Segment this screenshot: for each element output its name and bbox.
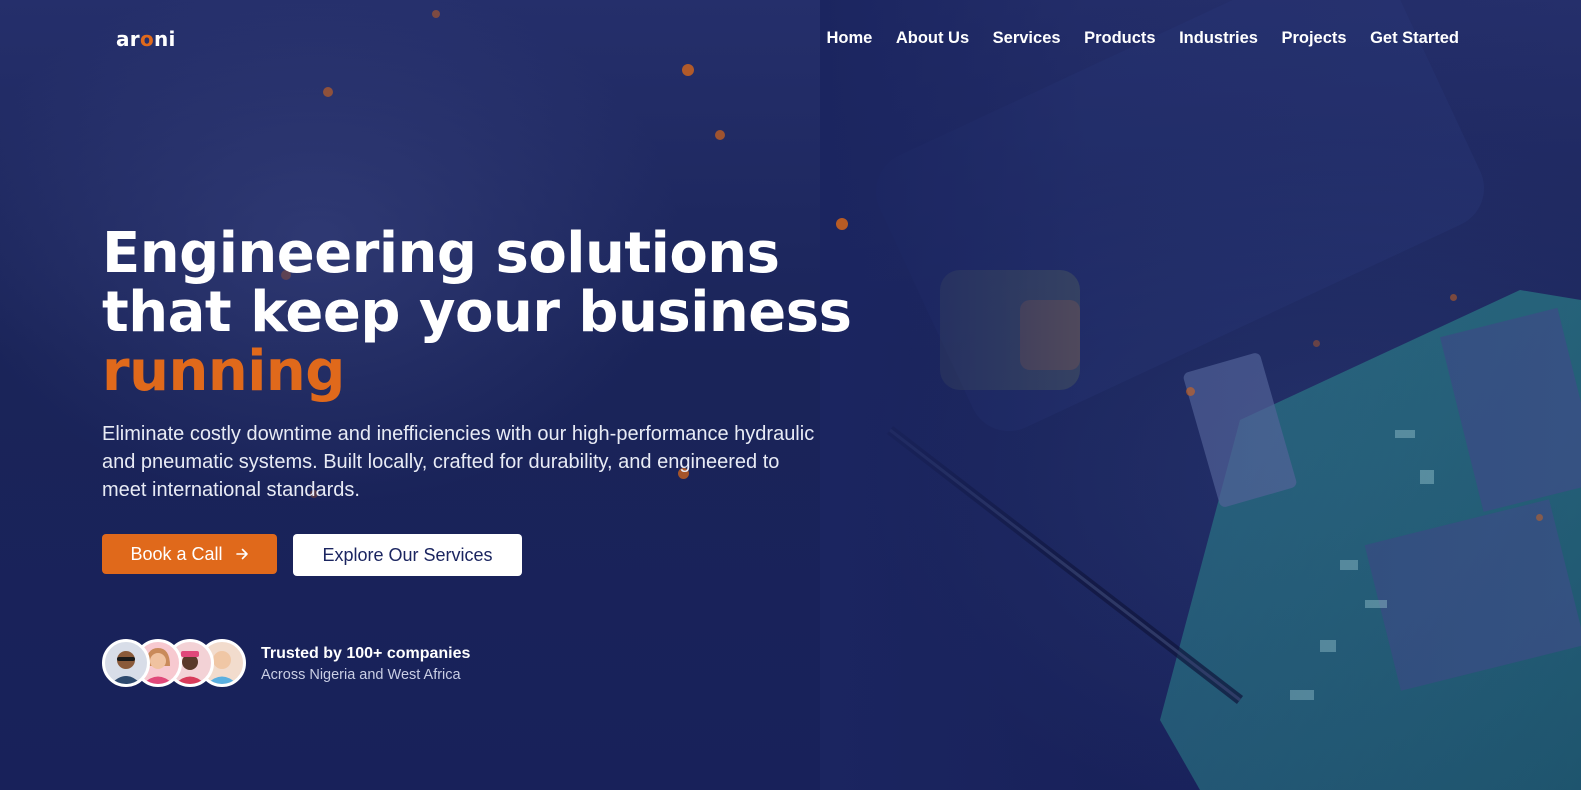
particle-dot <box>323 87 333 97</box>
top-navigation: aroni Home About Us Services Products In… <box>0 0 1581 78</box>
avatar-man-sunglasses-icon <box>102 639 150 687</box>
particle-dot <box>715 130 725 140</box>
book-a-call-label: Book a Call <box>130 543 223 564</box>
nav-link-industries[interactable]: Industries <box>1179 29 1258 48</box>
particle-dot <box>1313 340 1320 347</box>
hero-title-accent: running <box>102 339 345 404</box>
particle-dot <box>1536 514 1543 521</box>
arrow-right-icon <box>235 548 248 560</box>
logo-text-o: o <box>139 27 155 51</box>
circuit-board-image <box>820 0 1581 790</box>
explore-services-label: Explore Our Services <box>322 544 493 565</box>
nav-link-projects[interactable]: Projects <box>1281 29 1346 48</box>
logo-text-end: ni <box>154 27 176 51</box>
explore-services-button[interactable]: Explore Our Services <box>293 534 522 576</box>
nav-link-products[interactable]: Products <box>1084 29 1156 48</box>
nav-links: Home About Us Services Products Industri… <box>803 29 1459 48</box>
trust-title: Trusted by 100+ companies <box>261 645 471 662</box>
nav-link-services[interactable]: Services <box>993 29 1061 48</box>
customer-avatars <box>102 639 252 687</box>
book-a-call-button[interactable]: Book a Call <box>102 534 277 574</box>
hero-description: Eliminate costly downtime and inefficien… <box>102 423 815 501</box>
nav-link-home[interactable]: Home <box>826 29 872 48</box>
particle-dot <box>1450 294 1457 301</box>
hero-title-line-2: that keep your business <box>102 280 852 345</box>
trust-subtitle: Across Nigeria and West Africa <box>261 667 461 683</box>
nav-link-get-started[interactable]: Get Started <box>1370 29 1459 48</box>
hero-title: Engineering solutions that keep your bus… <box>102 224 922 401</box>
logo-text-start: ar <box>116 27 140 51</box>
brand-logo[interactable]: aroni <box>116 27 176 51</box>
hero-title-line-1: Engineering solutions <box>102 221 780 286</box>
particle-dot <box>1186 387 1195 396</box>
nav-link-about-us[interactable]: About Us <box>896 29 969 48</box>
